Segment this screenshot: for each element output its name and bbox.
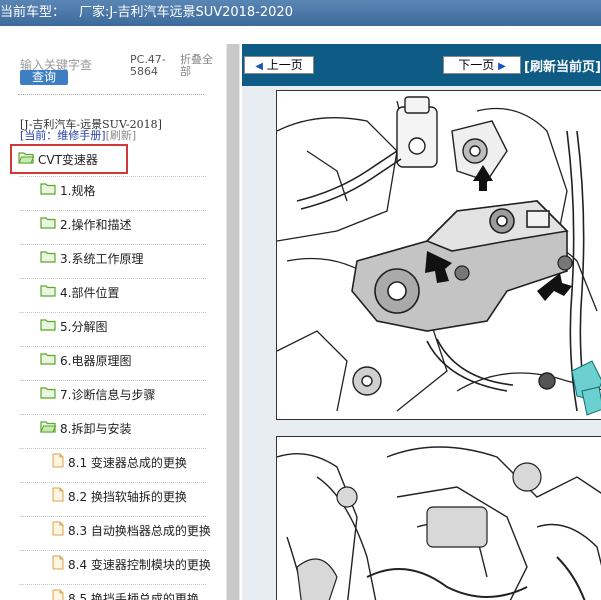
divider	[20, 516, 206, 517]
tree-node-folder[interactable]: 6.电器原理图	[40, 348, 131, 372]
next-page-button[interactable]: 下一页 ▶	[443, 56, 521, 74]
divider	[20, 550, 206, 551]
folder-icon	[40, 182, 56, 198]
next-page-label: 下一页	[458, 58, 495, 72]
tree-node-folder-open[interactable]: 8.拆卸与安装	[40, 416, 131, 440]
tree-node-folder[interactable]: 5.分解图	[40, 314, 107, 338]
tree-node-label: 8.2 换挡软轴拆的更换	[68, 489, 187, 504]
version-label: PC.47-5864	[130, 53, 166, 78]
folder-icon	[40, 284, 56, 300]
search-button[interactable]: 查询	[20, 70, 68, 85]
divider	[20, 244, 206, 245]
tree-node-folder[interactable]: 3.系统工作原理	[40, 246, 143, 270]
folder-icon	[40, 352, 56, 368]
tree-node-label: 8.拆卸与安装	[60, 421, 132, 436]
vehicle-name: 厂家:J-吉利汽车远景SUV2018-2020	[79, 5, 293, 20]
repair-illustration	[276, 90, 601, 420]
tree-node-document[interactable]: 8.2 换挡软轴拆的更换	[52, 484, 187, 508]
tree-node-label: 1.规格	[60, 183, 96, 198]
tree-node-label: 5.分解图	[60, 319, 108, 334]
tree-node-folder[interactable]: 1.规格	[40, 178, 95, 202]
tree-node-label: 6.电器原理图	[60, 353, 132, 368]
engine-bay-illustration	[276, 436, 601, 600]
tree-node-document[interactable]: 8.4 变速器控制模块的更换	[52, 552, 211, 576]
folder-icon	[40, 386, 56, 402]
document-icon	[52, 521, 64, 539]
divider	[20, 414, 206, 415]
tree-node-label: 3.系统工作原理	[60, 251, 144, 266]
viewer-toolbar: ◀ 上一页 下一页 ▶ [刷新当前页]	[242, 44, 601, 86]
refresh-page-link[interactable]: [刷新当前页]	[524, 56, 601, 75]
tree-node-label: 2.操作和描述	[60, 217, 132, 232]
divider	[18, 94, 204, 95]
divider	[20, 278, 206, 279]
document-icon	[52, 453, 64, 471]
current-manual: [当前：维修手册][刷新]	[20, 127, 136, 143]
divider	[20, 448, 206, 449]
tree-node-label: 8.1 变速器总成的更换	[68, 455, 187, 470]
folder-icon	[40, 250, 56, 266]
divider	[20, 482, 206, 483]
current-label: [当前：维修手册]	[20, 129, 106, 142]
tree-node-label: 8.5 换挡手柄总成的更换	[68, 591, 199, 600]
vehicle-type-label: 当前车型：	[0, 5, 66, 20]
tree-node-label: 8.4 变速器控制模块的更换	[68, 557, 211, 572]
engine-bay-drawing	[276, 437, 601, 600]
divider	[20, 584, 206, 585]
tree-node-label: 8.3 自动换档器总成的更换	[68, 523, 211, 538]
refresh-link[interactable]: [刷新]	[106, 129, 137, 142]
arrow-right-icon: ▶	[498, 61, 506, 72]
tree-node-label: 7.诊断信息与步骤	[60, 387, 156, 402]
document-icon	[52, 555, 64, 573]
document-icon	[52, 589, 64, 600]
divider	[20, 312, 206, 313]
tree-node-label: 4.部件位置	[60, 285, 120, 300]
tree-node-folder[interactable]: 2.操作和描述	[40, 212, 131, 236]
scrollbar-thumb[interactable]	[227, 44, 239, 600]
header-spacer	[0, 26, 601, 44]
transmission-mount-drawing	[276, 91, 601, 419]
tree-node-document[interactable]: 8.3 自动换档器总成的更换	[52, 518, 211, 542]
divider	[20, 346, 206, 347]
folder-icon	[40, 318, 56, 334]
folder-open-icon	[18, 151, 35, 167]
collapse-all-link[interactable]: 折叠全部	[180, 54, 220, 78]
title-bar: 当前车型： 厂家:J-吉利汽车远景SUV2018-2020	[0, 0, 601, 26]
folder-icon	[40, 216, 56, 232]
document-viewer: ◀ 上一页 下一页 ▶ [刷新当前页]	[242, 44, 601, 600]
prev-page-label: 上一页	[266, 58, 303, 72]
tree-node-folder[interactable]: 7.诊断信息与步骤	[40, 382, 155, 406]
tree-node-label: CVT变速器	[38, 152, 98, 167]
divider	[20, 176, 206, 177]
folder-open-icon	[40, 420, 57, 436]
arrow-left-icon: ◀	[255, 61, 263, 72]
tree-node-document[interactable]: 8.1 变速器总成的更换	[52, 450, 187, 474]
divider	[20, 210, 206, 211]
document-icon	[52, 487, 64, 505]
sidebar-scrollbar[interactable]	[226, 44, 240, 600]
tree-node-folder[interactable]: 4.部件位置	[40, 280, 119, 304]
divider	[20, 380, 206, 381]
tree-node-document[interactable]: 8.5 换挡手柄总成的更换	[52, 586, 199, 600]
page-area	[242, 86, 601, 600]
prev-page-button[interactable]: ◀ 上一页	[244, 56, 314, 74]
tree-node-cvt[interactable]: CVT变速器	[10, 144, 128, 174]
sidebar: 输入关键字查 查询 PC.47-5864 折叠全部 [J-吉利汽车-远景SUV-…	[0, 44, 226, 600]
